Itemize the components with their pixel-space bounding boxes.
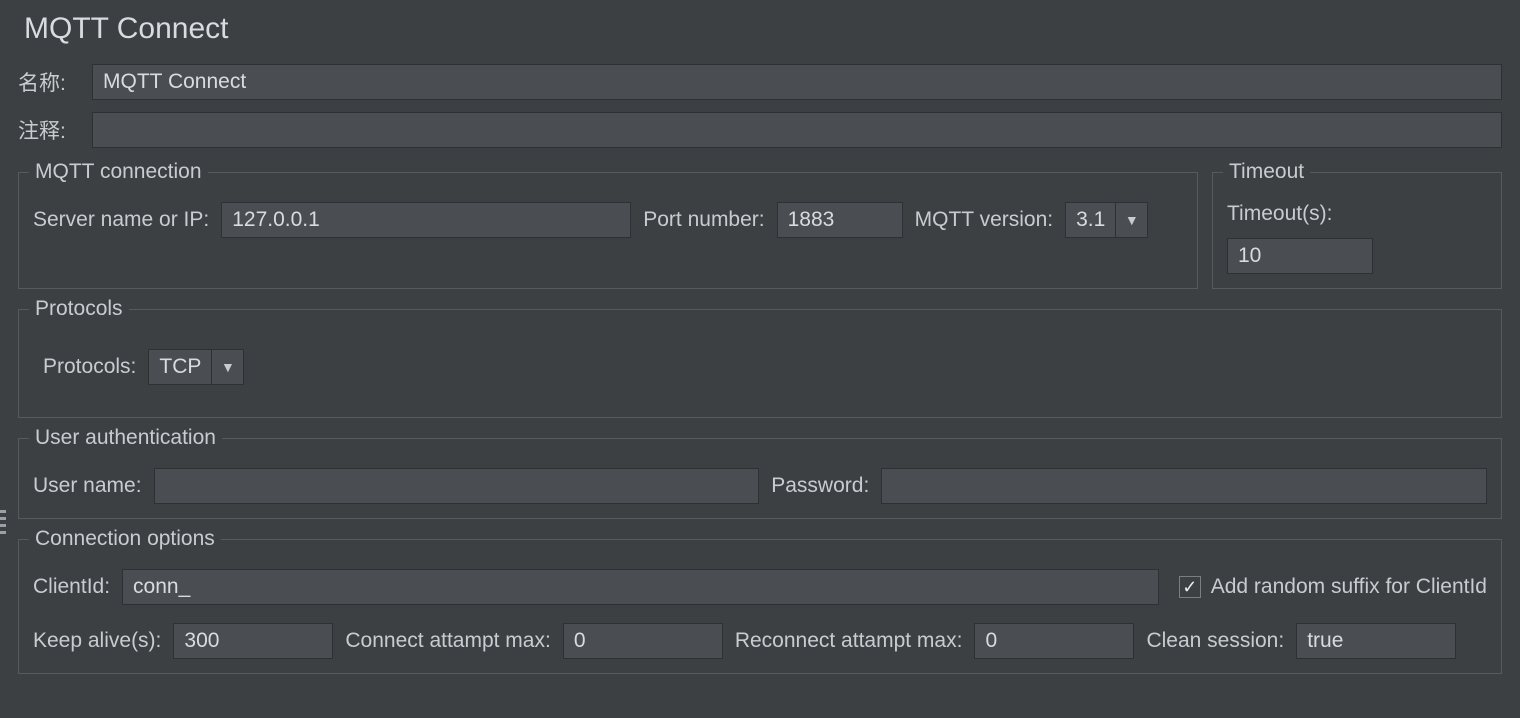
name-label: 名称: bbox=[18, 67, 78, 97]
timeout-group: Timeout Timeout(s): bbox=[1212, 160, 1502, 289]
add-suffix-checkbox[interactable]: ✓ Add random suffix for ClientId bbox=[1179, 575, 1487, 599]
keepalive-label: Keep alive(s): bbox=[33, 629, 161, 653]
chevron-down-icon: ▼ bbox=[1115, 203, 1147, 237]
clientid-field[interactable] bbox=[122, 569, 1159, 605]
resize-grip-icon[interactable] bbox=[0, 510, 6, 534]
protocols-label: Protocols: bbox=[43, 355, 136, 379]
add-suffix-label: Add random suffix for ClientId bbox=[1211, 575, 1487, 599]
checkbox-icon: ✓ bbox=[1179, 576, 1201, 598]
reconnect-attempt-field[interactable] bbox=[974, 623, 1134, 659]
username-label: User name: bbox=[33, 474, 142, 498]
clean-session-field[interactable] bbox=[1296, 623, 1456, 659]
server-field[interactable] bbox=[221, 202, 631, 238]
timeout-label: Timeout(s): bbox=[1227, 202, 1332, 226]
auth-legend: User authentication bbox=[29, 426, 222, 450]
version-label: MQTT version: bbox=[915, 208, 1053, 232]
protocols-group: Protocols Protocols: TCP ▼ bbox=[18, 297, 1502, 418]
password-field[interactable] bbox=[881, 468, 1487, 504]
connection-options-legend: Connection options bbox=[29, 527, 221, 551]
protocols-legend: Protocols bbox=[29, 297, 129, 321]
comment-field[interactable] bbox=[92, 112, 1502, 148]
connect-attempt-field[interactable] bbox=[563, 623, 723, 659]
reconnect-attempt-label: Reconnect attampt max: bbox=[735, 629, 963, 653]
page-title: MQTT Connect bbox=[24, 12, 1502, 46]
protocols-select[interactable]: TCP ▼ bbox=[148, 349, 244, 385]
port-label: Port number: bbox=[643, 208, 764, 232]
timeout-legend: Timeout bbox=[1223, 160, 1310, 184]
clientid-label: ClientId: bbox=[33, 575, 110, 599]
comment-label: 注释: bbox=[18, 115, 78, 145]
mqtt-connection-group: MQTT connection Server name or IP: Port … bbox=[18, 160, 1198, 289]
password-label: Password: bbox=[771, 474, 869, 498]
timeout-field[interactable] bbox=[1227, 238, 1373, 274]
port-field[interactable] bbox=[777, 202, 903, 238]
mqtt-connection-legend: MQTT connection bbox=[29, 160, 208, 184]
connect-attempt-label: Connect attampt max: bbox=[345, 629, 550, 653]
keepalive-field[interactable] bbox=[173, 623, 333, 659]
chevron-down-icon: ▼ bbox=[211, 350, 243, 384]
version-value: 3.1 bbox=[1066, 203, 1115, 237]
connection-options-group: Connection options ClientId: ✓ Add rando… bbox=[18, 527, 1502, 674]
auth-group: User authentication User name: Password: bbox=[18, 426, 1502, 519]
protocols-value: TCP bbox=[149, 350, 211, 384]
name-field[interactable] bbox=[92, 64, 1502, 100]
clean-session-label: Clean session: bbox=[1146, 629, 1284, 653]
version-select[interactable]: 3.1 ▼ bbox=[1065, 202, 1148, 238]
username-field[interactable] bbox=[154, 468, 760, 504]
server-label: Server name or IP: bbox=[33, 208, 209, 232]
